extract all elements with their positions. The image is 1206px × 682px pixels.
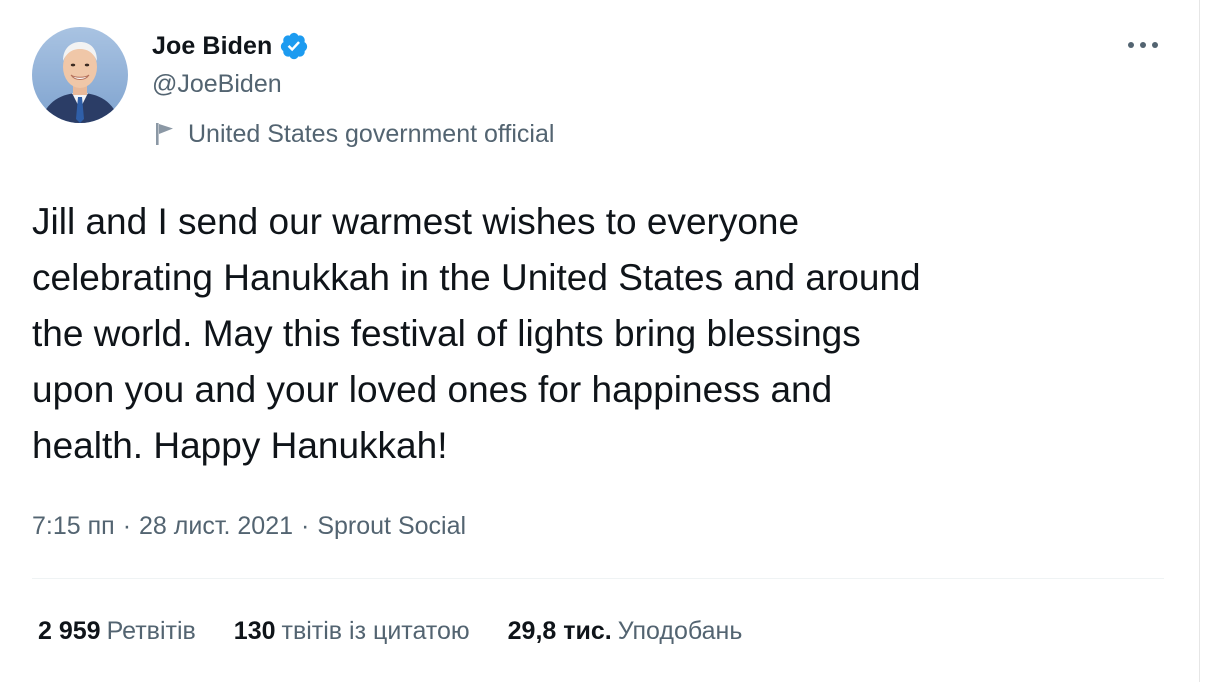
likes-count: 29,8 тис. [507, 616, 612, 645]
tweet-time[interactable]: 7:15 пп [32, 512, 115, 541]
window-edge-rule [1199, 0, 1200, 682]
likes-stat[interactable]: 29,8 тис. Уподобань [508, 617, 743, 646]
quote-tweets-count: 130 [233, 616, 276, 645]
flag-icon [154, 121, 176, 147]
more-options-button[interactable] [1122, 30, 1164, 60]
tweet-meta: 7:15 пп · 28 лист. 2021 · Sprout Social [32, 507, 466, 545]
verified-badge-icon [279, 31, 309, 61]
retweets-stat[interactable]: 2 959 Ретвітів [38, 617, 196, 646]
author-display-name[interactable]: Joe Biden [152, 32, 272, 61]
likes-label: Уподобань [617, 616, 743, 645]
tweet-stats: 2 959 Ретвітів 130 твітів із цитатою 29,… [38, 612, 742, 650]
retweets-label: Ретвітів [106, 616, 196, 645]
tweet-date[interactable]: 28 лист. 2021 [139, 512, 293, 541]
author-handle[interactable]: @JoeBiden [152, 70, 282, 99]
tweet-text: Jill and I send our warmest wishes to ev… [32, 201, 921, 466]
tweet-source[interactable]: Sprout Social [317, 512, 466, 541]
meta-separator: · [301, 511, 310, 540]
retweets-count: 2 959 [38, 616, 101, 645]
quote-tweets-stat[interactable]: 130 твітів із цитатою [234, 617, 470, 646]
profile-photo-icon [32, 27, 128, 123]
quote-tweets-label: твітів із цитатою [281, 616, 470, 645]
government-label[interactable]: United States government official [154, 117, 554, 151]
more-dots-icon [1128, 42, 1158, 48]
author-name-row: Joe Biden [152, 28, 309, 64]
avatar[interactable] [32, 27, 128, 123]
government-label-text: United States government official [188, 119, 555, 148]
divider [32, 578, 1164, 579]
meta-separator: · [122, 511, 132, 540]
